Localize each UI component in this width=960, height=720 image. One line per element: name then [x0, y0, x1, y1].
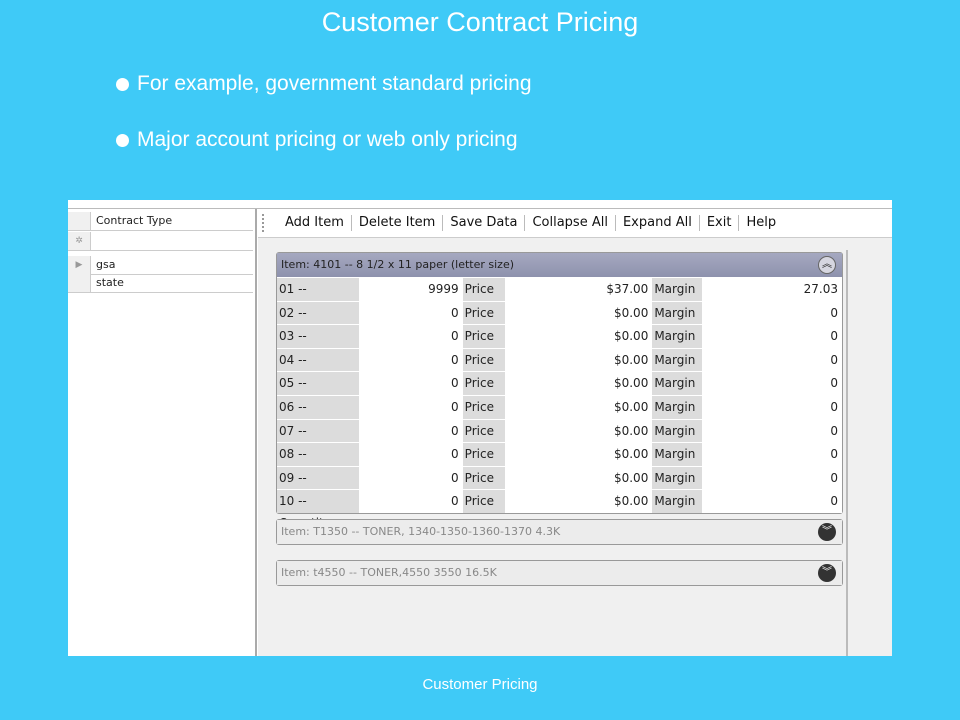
app-screenshot: Contract Type ✲ ▶ gsa state Add Item Del…	[68, 200, 892, 656]
price-field[interactable]: $0.00	[505, 443, 653, 466]
bullet-dot-icon	[116, 77, 129, 91]
table-row: 08 -- Quantity0Price$0.00Margin0	[277, 442, 842, 483]
table-row: 02 -- Quantity0Price$0.00Margin0	[277, 300, 842, 342]
row-selector	[68, 274, 91, 292]
chevron-down-double-icon[interactable]: ︾	[818, 523, 836, 541]
delete-item-button[interactable]: Delete Item	[352, 215, 444, 231]
items-panel: Item: 4101 -- 8 1/2 x 11 paper (letter s…	[258, 238, 892, 656]
bullet-1: For example, government standard pricing	[116, 72, 532, 96]
table-row[interactable]: state	[68, 274, 253, 293]
table-row: 01 -- Quantity9999Price$37.00Margin27.03	[277, 277, 842, 318]
quantity-field[interactable]: 0	[359, 420, 463, 443]
bullet-dot-icon	[116, 133, 129, 147]
quantity-field[interactable]: 0	[359, 302, 463, 325]
item-card-t1350: Item: T1350 -- TONER, 1340-1350-1360-137…	[276, 519, 843, 545]
margin-field[interactable]: 27.03	[702, 278, 842, 301]
pricing-rows: 01 -- Quantity9999Price$37.00Margin27.03…	[277, 277, 842, 530]
chevron-up-double-icon[interactable]: ︽	[818, 256, 836, 274]
slide-title: Customer Contract Pricing	[321, 7, 639, 37]
table-row: 10 -- Quantity0Price$0.00Margin0	[277, 489, 842, 530]
collapse-all-button[interactable]: Collapse All	[525, 215, 616, 231]
grid-new-row[interactable]: ✲	[68, 232, 253, 251]
margin-field[interactable]: 0	[702, 420, 842, 443]
table-row: 04 -- Quantity0Price$0.00Margin0	[277, 347, 842, 389]
item-header[interactable]: Item: 4101 -- 8 1/2 x 11 paper (letter s…	[277, 253, 842, 277]
margin-field[interactable]: 0	[702, 325, 842, 348]
margin-field[interactable]: 0	[702, 467, 842, 490]
margin-field[interactable]: 0	[702, 302, 842, 325]
add-item-button[interactable]: Add Item	[278, 215, 352, 231]
slide-footer: Customer Pricing	[422, 676, 538, 693]
table-row: 05 -- Quantity0Price$0.00Margin0	[277, 371, 842, 412]
bullet-2: Major account pricing or web only pricin…	[116, 128, 518, 152]
new-row-icon: ✲	[68, 232, 91, 250]
price-field[interactable]: $0.00	[505, 325, 653, 348]
price-field[interactable]: $0.00	[505, 467, 653, 490]
quantity-field[interactable]: 0	[359, 349, 463, 372]
margin-field[interactable]: 0	[702, 443, 842, 466]
expand-all-button[interactable]: Expand All	[616, 215, 700, 231]
grid-corner	[68, 212, 91, 230]
quantity-field[interactable]: 0	[359, 325, 463, 348]
item-header[interactable]: Item: t4550 -- TONER,4550 3550 16.5K ︾	[277, 561, 842, 585]
chevron-down-double-icon[interactable]: ︾	[818, 564, 836, 582]
item-card-t4550: Item: t4550 -- TONER,4550 3550 16.5K ︾	[276, 560, 843, 586]
save-data-button[interactable]: Save Data	[443, 215, 526, 231]
margin-field[interactable]: 0	[702, 372, 842, 395]
toolbar-grip-icon[interactable]	[262, 214, 272, 232]
contract-type-grid: Contract Type ✲ ▶ gsa state	[68, 209, 257, 656]
window-top-strip	[68, 200, 892, 209]
grid-header: Contract Type	[68, 212, 253, 231]
price-field[interactable]: $0.00	[505, 490, 653, 513]
price-field[interactable]: $37.00	[505, 278, 653, 301]
quantity-field[interactable]: 0	[359, 396, 463, 419]
quantity-field[interactable]: 0	[359, 443, 463, 466]
panel-divider	[846, 250, 848, 656]
price-field[interactable]: $0.00	[505, 420, 653, 443]
price-field[interactable]: $0.00	[505, 396, 653, 419]
table-row[interactable]: ▶ gsa	[68, 256, 253, 275]
table-row: 03 -- Quantity0Price$0.00Margin0	[277, 324, 842, 365]
table-row: 07 -- Quantity0Price$0.00Margin0	[277, 418, 842, 460]
quantity-field[interactable]: 0	[359, 467, 463, 490]
item-header[interactable]: Item: T1350 -- TONER, 1340-1350-1360-137…	[277, 520, 842, 544]
quantity-field[interactable]: 0	[359, 372, 463, 395]
price-field[interactable]: $0.00	[505, 302, 653, 325]
item-card-4101: Item: 4101 -- 8 1/2 x 11 paper (letter s…	[276, 252, 843, 530]
row-selector-icon: ▶	[68, 256, 91, 274]
table-row: 06 -- Quantity0Price$0.00Margin0	[277, 394, 842, 436]
margin-field[interactable]: 0	[702, 349, 842, 372]
quantity-field[interactable]: 9999	[359, 278, 463, 301]
help-button[interactable]: Help	[739, 215, 783, 231]
quantity-field[interactable]: 0	[359, 490, 463, 513]
table-row: 09 -- Quantity0Price$0.00Margin0	[277, 465, 842, 507]
margin-field[interactable]: 0	[702, 396, 842, 419]
exit-button[interactable]: Exit	[700, 215, 740, 231]
price-field[interactable]: $0.00	[505, 372, 653, 395]
toolbar: Add Item Delete Item Save Data Collapse …	[258, 209, 892, 238]
margin-field[interactable]: 0	[702, 490, 842, 513]
price-field[interactable]: $0.00	[505, 349, 653, 372]
